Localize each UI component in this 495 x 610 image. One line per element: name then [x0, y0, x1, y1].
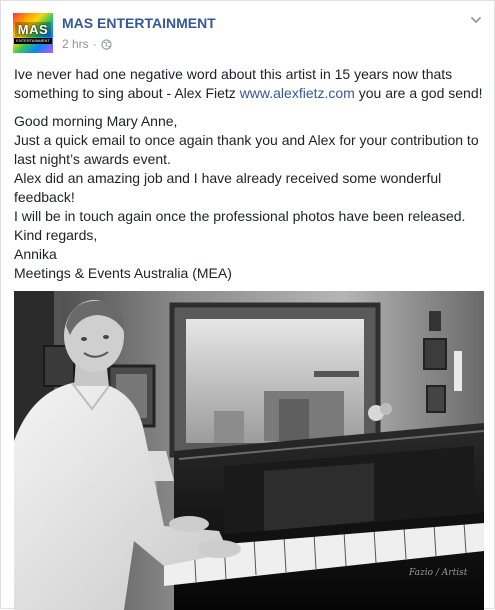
quote-line: Kind regards,: [14, 227, 98, 243]
website-link[interactable]: www.alexfietz.com: [240, 85, 355, 101]
page-avatar[interactable]: MAS ENTERTAINMENT: [13, 13, 53, 53]
facebook-post: MAS ENTERTAINMENT MAS ENTERTAINMENT 2 hr…: [0, 0, 495, 610]
globe-icon: [101, 38, 112, 50]
quote-line: Annika: [14, 246, 57, 262]
quote-line: Good morning Mary Anne,: [14, 113, 178, 129]
post-meta: 2 hrs ·: [62, 37, 112, 51]
pianist-photo: Fazio / Artist: [14, 291, 484, 610]
quote-line: Alex did an amazing job and I have alrea…: [14, 170, 442, 205]
post-intro: Ive never had one negative word about th…: [14, 65, 488, 103]
avatar-logo-text: MAS: [14, 22, 52, 37]
meta-separator: ·: [92, 37, 97, 51]
post-photo[interactable]: Fazio / Artist: [14, 291, 484, 610]
quote-line: Meetings & Events Australia (MEA): [14, 265, 232, 281]
avatar-logo-subtext: ENTERTAINMENT: [14, 38, 52, 44]
post-text: Ive never had one negative word about th…: [14, 65, 488, 292]
chevron-down-icon[interactable]: [470, 15, 482, 25]
quote-line: Just a quick email to once again thank y…: [14, 132, 479, 167]
quote-line: I will be in touch again once the profes…: [14, 208, 466, 224]
page-name-link[interactable]: MAS ENTERTAINMENT: [62, 15, 216, 31]
intro-text-after: you are a god send!: [354, 85, 483, 101]
email-quote: Good morning Mary Anne, Just a quick ema…: [14, 112, 488, 283]
photo-signature: Fazio / Artist: [408, 568, 468, 578]
post-timestamp[interactable]: 2 hrs: [62, 37, 89, 51]
